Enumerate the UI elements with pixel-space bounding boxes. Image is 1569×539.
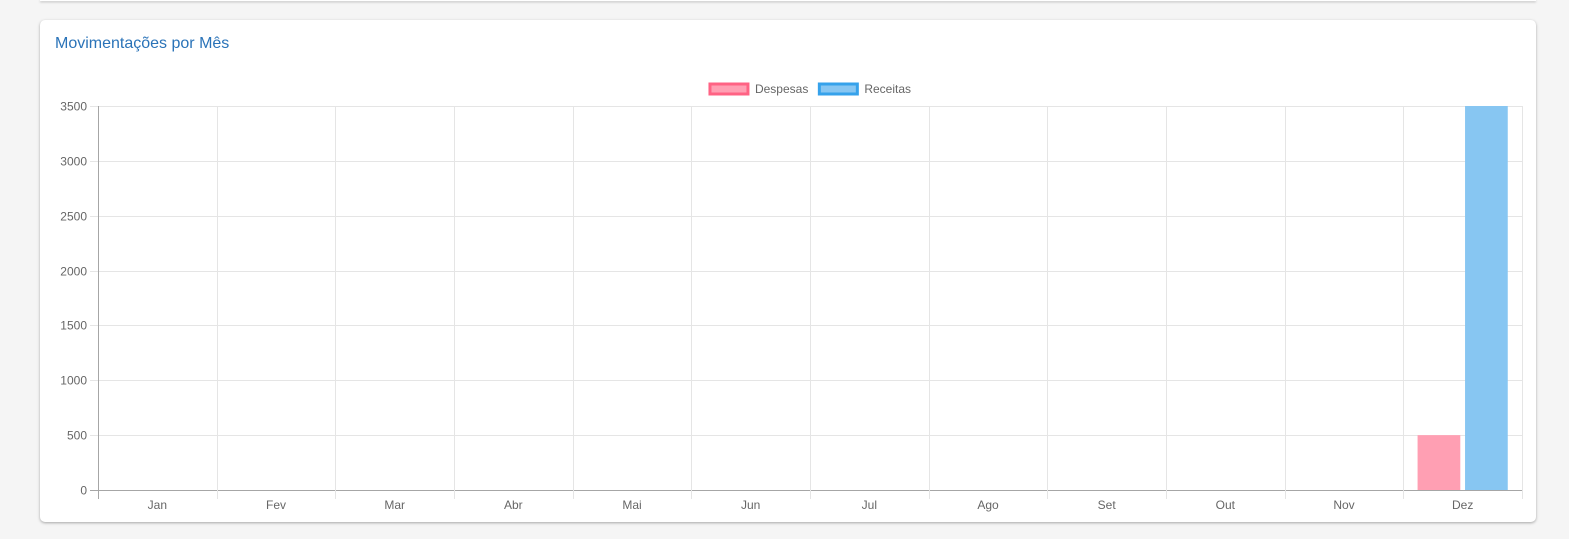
legend-item-despesas[interactable]: Despesas [708,82,808,96]
x-tick-label: Jul [862,498,877,512]
y-tick-label: 500 [67,429,87,443]
x-tick-label: Nov [1333,498,1354,512]
legend-item-receitas[interactable]: Receitas [817,82,911,96]
legend-label: Receitas [864,82,911,96]
y-tick-label: 3000 [60,155,87,169]
x-tick-label: Jun [741,498,760,512]
x-tick-label: Fev [266,498,286,512]
monthly-bar-chart: 0 500 1000 1500 2000 2500 3000 3500 Jan Fev Mar Abr… [60,82,1523,512]
bar-layer [1417,106,1508,490]
x-tick-label: Ago [977,498,999,512]
legend-label: Despesas [755,82,808,96]
y-tick-label: 3500 [60,100,87,114]
x-tick-label: Abr [504,498,523,512]
legend-swatch [708,82,750,96]
chart-legend[interactable]: Despesas Receitas [708,82,911,96]
x-tick-label: Set [1098,498,1117,512]
legend-swatch [817,82,859,96]
y-tick-label: 2500 [60,210,87,224]
x-tick-label: Out [1216,498,1236,512]
bar-receitas-dez[interactable] [1465,106,1508,490]
y-tick-label: 1000 [60,374,87,388]
x-tick-label: Mai [622,498,641,512]
x-tick-label: Dez [1452,498,1473,512]
y-tick-label: 2000 [60,265,87,279]
y-tick-label: 0 [80,484,87,498]
bar-despesas-dez[interactable] [1417,435,1461,490]
grid-layer [90,106,1523,499]
x-tick-label: Jan [148,498,167,512]
y-tick-label: 1500 [60,319,87,333]
x-tick-label: Mar [384,498,405,512]
